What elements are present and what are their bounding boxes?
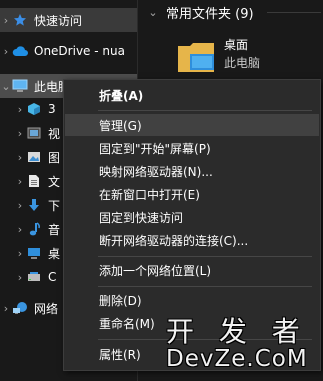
folder-location: 此电脑 [224,56,261,70]
nav-onedrive[interactable]: › OneDrive - nua [0,39,137,63]
menu-item-delete[interactable]: 删除(D) [65,289,319,311]
downloads-icon [26,197,42,213]
3d-objects-icon [26,101,42,117]
nav-label: 图 [48,150,61,165]
watermark-domain: DevZe.CoM [166,346,308,372]
nav-label: OneDrive - nua [34,44,125,58]
nav-label: 桌 [48,246,61,261]
expand-chevron-icon[interactable]: › [14,127,26,140]
menu-item-pin-quick-access[interactable]: 固定到快速访问 [65,206,319,228]
expand-chevron-icon[interactable]: › [0,302,12,315]
nav-label: 3 [48,102,56,116]
nav-label: 视 [48,126,61,141]
nav-label: 下 [48,198,61,213]
drive-icon [26,269,42,285]
music-icon [26,221,42,237]
chevron-down-icon: ⌄ [148,5,158,19]
network-icon [12,300,28,316]
expand-chevron-icon[interactable]: › [14,223,26,236]
folder-tile-desktop[interactable]: 桌面 此电脑 [176,34,316,82]
menu-item-open-new-window[interactable]: 在新窗口中打开(E) [65,183,319,205]
expand-chevron-icon[interactable]: › [14,199,26,212]
nav-label: 音 [48,222,61,237]
expand-chevron-icon[interactable]: › [0,14,12,27]
menu-item-collapse[interactable]: 折叠(A) [65,84,319,106]
menu-item-map-network-drive[interactable]: 映射网络驱动器(N)... [65,160,319,182]
frequent-folders-header[interactable]: ⌄ 常用文件夹 (9) [146,2,254,22]
pc-icon [12,78,28,94]
desktop-folder-icon [176,36,216,79]
nav-label: C [48,270,57,284]
nav-label: 快速访问 [34,13,83,28]
menu-item-manage[interactable]: 管理(G) [65,114,319,136]
watermark-text: 开 发 者 [166,315,308,348]
expand-chevron-icon[interactable]: › [14,151,26,164]
documents-icon [26,173,42,189]
menu-item-disconnect-network-drive[interactable]: 断开网络驱动器的连接(C)... [65,229,319,251]
desktop-icon [26,245,42,261]
expand-chevron-icon[interactable]: › [14,271,26,284]
menu-separator [98,286,312,287]
videos-icon [26,125,42,141]
nav-label: 文 [48,174,61,189]
pictures-icon [26,149,42,165]
group-title: 常用文件夹 (9) [166,6,254,22]
folder-name: 桌面 [224,38,249,52]
nav-label: 网络 [34,301,59,316]
expand-chevron-icon[interactable]: › [14,103,26,116]
expand-chevron-icon[interactable]: › [0,45,12,58]
expand-chevron-icon[interactable]: › [14,175,26,188]
group-divider [267,12,321,13]
menu-separator [98,256,312,257]
star-icon [12,12,28,28]
expand-chevron-icon[interactable]: › [14,247,26,260]
menu-separator [98,110,312,111]
nav-quick-access[interactable]: › 快速访问 [0,8,137,32]
menu-item-pin-to-start[interactable]: 固定到"开始"屏幕(P) [65,137,319,159]
menu-item-add-network-location[interactable]: 添加一个网络位置(L) [65,259,319,281]
cloud-icon [12,43,28,59]
collapse-chevron-icon[interactable]: ⌄ [0,80,12,93]
